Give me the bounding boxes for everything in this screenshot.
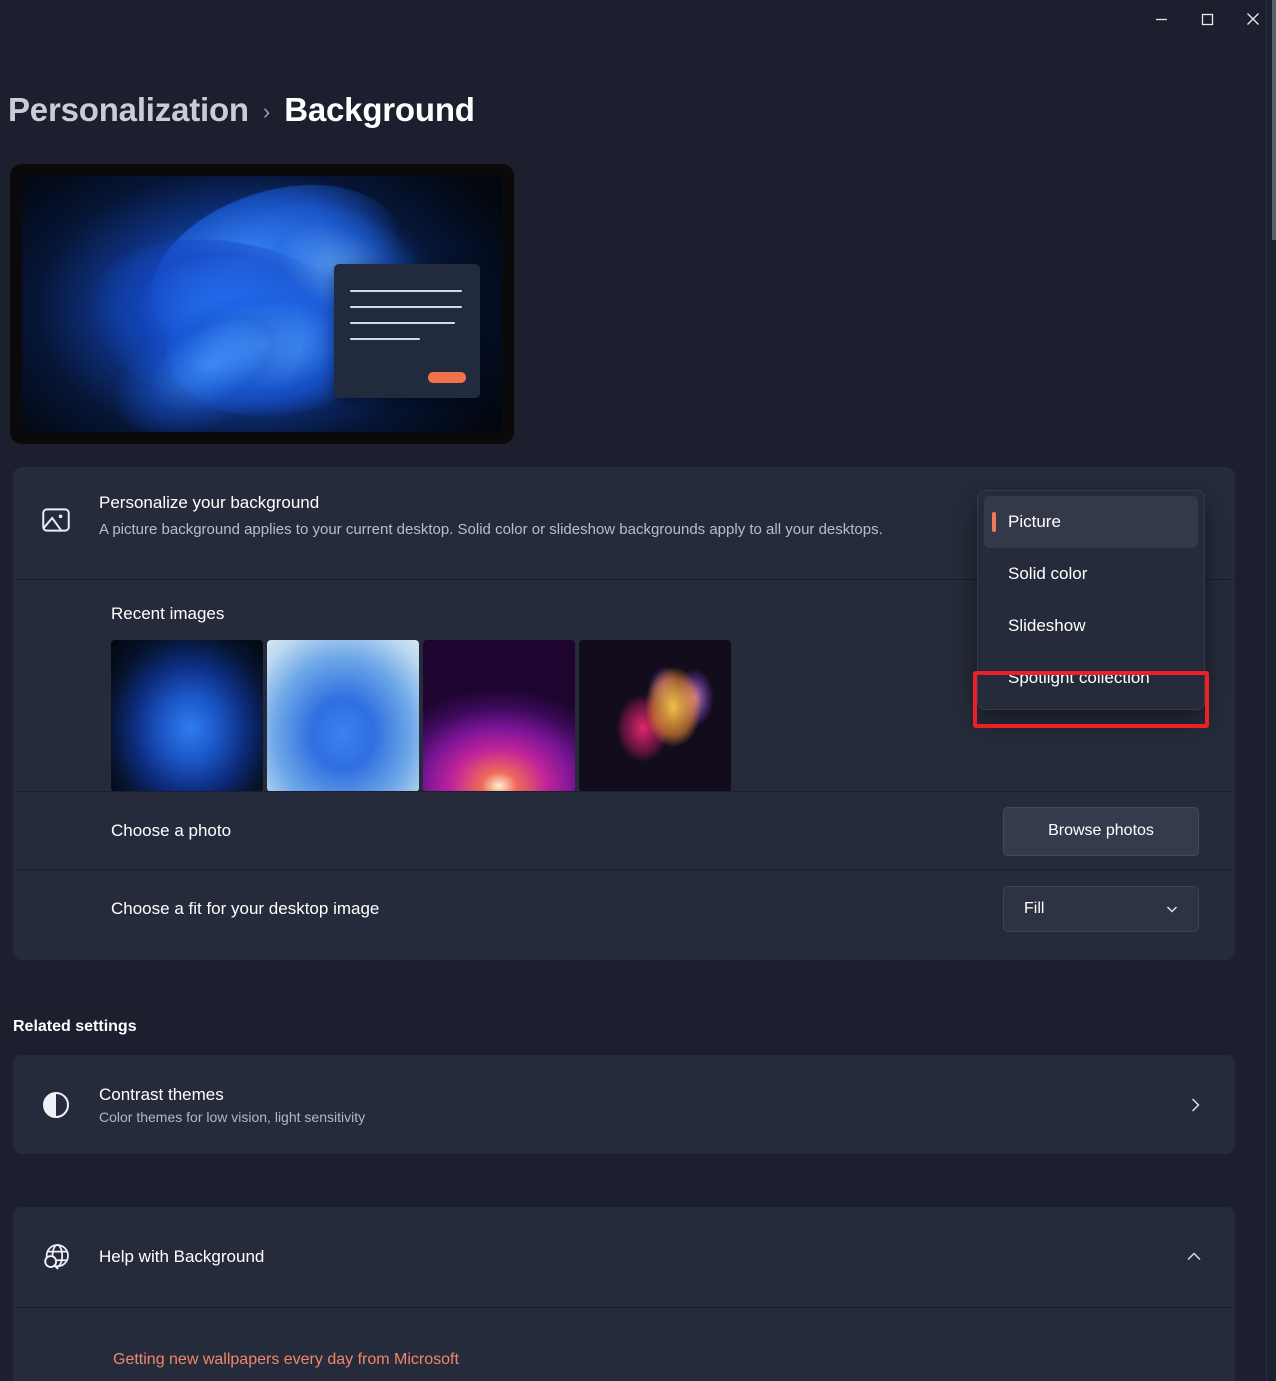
maximize-button[interactable]: [1184, 0, 1230, 38]
choose-fit-label: Choose a fit for your desktop image: [111, 899, 380, 918]
wallpaper-preview-image: [22, 176, 502, 432]
help-link[interactable]: Getting new wallpapers every day from Mi…: [113, 1351, 459, 1368]
dropdown-option-picture[interactable]: Picture: [984, 496, 1198, 548]
related-settings-card: Contrast themes Color themes for low vis…: [13, 1055, 1235, 1154]
choose-photo-row: Choose a photo Browse photos: [13, 792, 1235, 870]
recent-image-thumbnail[interactable]: [267, 640, 419, 792]
title-bar: [0, 0, 1276, 44]
choose-fit-row: Choose a fit for your desktop image Fill: [13, 870, 1235, 948]
breadcrumb-parent-link[interactable]: Personalization: [8, 91, 249, 129]
dropdown-option-label: Spotlight collection: [1008, 668, 1150, 687]
related-settings-heading: Related settings: [13, 1018, 137, 1035]
breadcrumb: Personalization › Background: [8, 82, 475, 138]
dropdown-option-label: Picture: [1008, 512, 1061, 531]
related-item-subtitle: Color themes for low vision, light sensi…: [99, 1108, 366, 1125]
mock-app-window: [334, 264, 480, 398]
contrast-icon: [13, 1089, 99, 1121]
dropdown-option-label: Solid color: [1008, 564, 1088, 583]
page-title: Background: [284, 91, 475, 128]
minimize-icon: [1155, 18, 1167, 20]
help-header-row[interactable]: Help with Background: [13, 1207, 1235, 1307]
chevron-up-icon: [1187, 1252, 1201, 1261]
help-links-body: Getting new wallpapers every day from Mi…: [13, 1307, 1235, 1369]
recent-image-thumbnail[interactable]: [111, 640, 263, 792]
dropdown-option-label: Slideshow: [1008, 616, 1086, 635]
recent-image-thumbnail[interactable]: [735, 640, 887, 792]
related-item-contrast-themes[interactable]: Contrast themes Color themes for low vis…: [13, 1055, 1235, 1154]
help-title: Help with Background: [99, 1247, 265, 1266]
personalize-title: Personalize your background: [99, 493, 320, 512]
maximize-icon: [1201, 13, 1213, 25]
chevron-right-icon: ›: [262, 99, 271, 124]
choose-photo-label: Choose a photo: [111, 821, 232, 840]
background-type-dropdown-flyout: Picture Solid color Slideshow Spotlight …: [977, 490, 1205, 710]
choose-fit-value: Fill: [1024, 900, 1045, 917]
recent-image-thumbnail[interactable]: [579, 640, 731, 792]
globe-search-icon: [13, 1241, 99, 1273]
browse-photos-button[interactable]: Browse photos: [1003, 806, 1199, 856]
scrollbar-thumb[interactable]: [1272, 0, 1276, 240]
dropdown-option-solid-color[interactable]: Solid color: [984, 548, 1198, 600]
selection-indicator-bar: [992, 512, 996, 532]
settings-window: Personalization › Background Personalize…: [0, 0, 1276, 1381]
image-icon: [13, 493, 99, 537]
window-right-edge: [1266, 0, 1276, 1381]
mock-accent-button: [428, 372, 466, 383]
help-with-background-card: Help with Background Getting new wallpap…: [13, 1207, 1235, 1381]
dropdown-option-spotlight-collection[interactable]: Spotlight collection: [984, 652, 1198, 704]
choose-fit-dropdown[interactable]: Fill: [1003, 886, 1199, 932]
close-icon: [1247, 13, 1259, 25]
minimize-button[interactable]: [1138, 0, 1184, 38]
related-item-title: Contrast themes: [99, 1084, 224, 1104]
personalize-description: A picture background applies to your cur…: [99, 521, 883, 538]
recent-image-thumbnail[interactable]: [423, 640, 575, 792]
dropdown-option-slideshow[interactable]: Slideshow: [984, 600, 1198, 652]
chevron-right-icon: [1191, 1097, 1200, 1112]
chevron-down-icon: [1166, 906, 1178, 913]
monitor-preview: [10, 164, 514, 444]
